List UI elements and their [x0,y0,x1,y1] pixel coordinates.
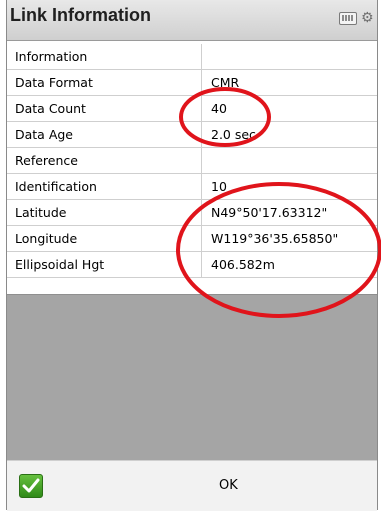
table-row-latitude: Latitude N49°50'17.63312" [7,200,377,226]
row-value: W119°36'35.65850" [211,231,339,246]
table-row-reference: Reference [7,148,377,174]
row-value: CMR [211,75,240,90]
row-label: Information [7,44,202,69]
row-label: Ellipsoidal Hgt [7,252,202,277]
row-label: Reference [7,148,202,173]
ok-button[interactable]: OK [219,473,238,499]
row-value: 406.582m [211,257,275,272]
row-label: Identification [7,174,202,199]
table-row-information: Information [7,44,377,70]
row-value: 2.0 sec [211,127,256,142]
table-row-longitude: Longitude W119°36'35.65850" [7,226,377,252]
link-information-window: Link Information ⚙ Information Data Form… [6,0,378,511]
table-row-data-count: Data Count 40 [7,96,377,122]
row-value: N49°50'17.63312" [211,205,328,220]
row-label: Longitude [7,226,202,251]
table-row-ellipsoidal-hgt: Ellipsoidal Hgt 406.582m [7,252,377,278]
keyboard-icon[interactable] [339,12,357,25]
checkmark-icon [22,478,40,493]
row-value: 10 [211,179,227,194]
row-value: 40 [211,101,227,116]
table-row-data-format: Data Format CMR [7,70,377,96]
row-label: Latitude [7,200,202,225]
table-row-identification: Identification 10 [7,174,377,200]
empty-list-area [7,294,377,461]
checkmark-button[interactable] [19,474,43,498]
row-label: Data Count [7,96,202,121]
title-bar: Link Information ⚙ [7,0,377,41]
row-label: Data Age [7,122,202,147]
window-title: Link Information [10,5,151,25]
link-info-table: Information Data Format CMR Data Count 4… [7,44,377,278]
row-label: Data Format [7,70,202,95]
table-row-data-age: Data Age 2.0 sec [7,122,377,148]
bottom-bar: OK [7,460,377,511]
gear-icon[interactable]: ⚙ [361,10,375,26]
